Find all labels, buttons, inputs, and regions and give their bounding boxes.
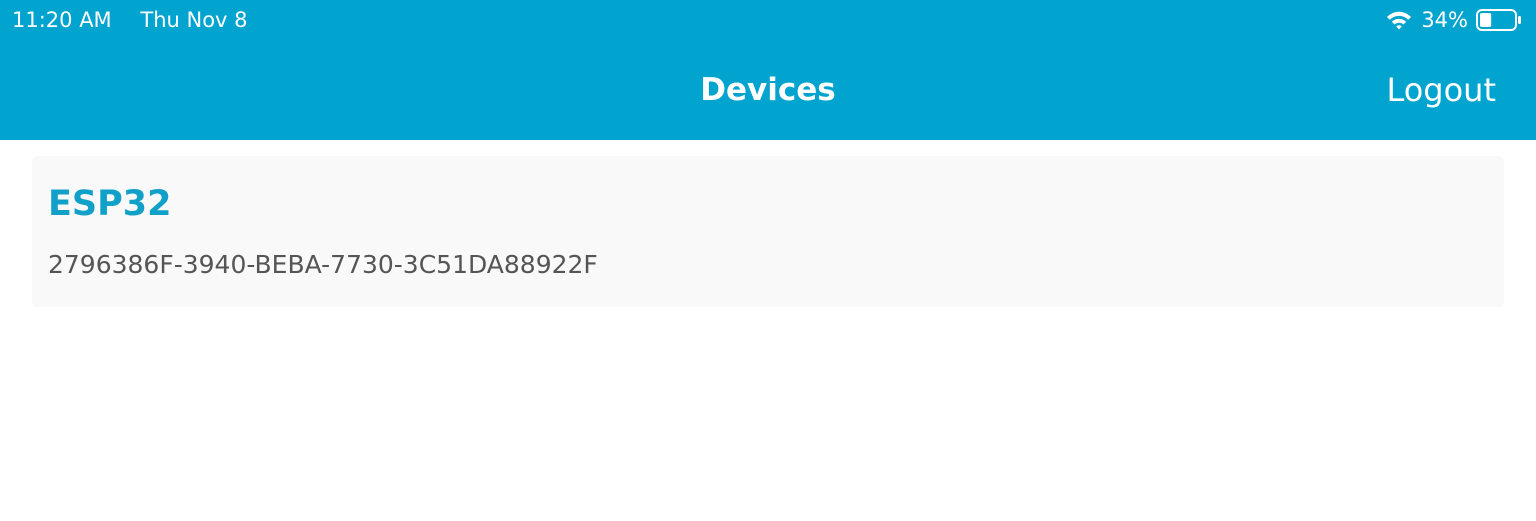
wifi-icon [1387,11,1412,30]
device-name: ESP32 [48,184,172,224]
status-bar-right: 34% [1385,7,1522,33]
logout-button[interactable]: Logout [1386,68,1496,112]
battery-percent: 34% [1421,8,1468,32]
battery-level-fill [1480,13,1492,27]
status-time: 11:20 AM [12,8,112,32]
app-screen: 11:20 AM Thu Nov 8 34% Devices Logout ES… [0,0,1536,521]
device-list: ESP32 2796386F-3940-BEBA-7730-3C51DA8892… [0,140,1536,521]
battery-icon [1476,9,1521,31]
top-bar: 11:20 AM Thu Nov 8 34% Devices Logout [0,0,1536,140]
device-list-item[interactable]: ESP32 2796386F-3940-BEBA-7730-3C51DA8892… [32,156,1504,307]
page-title: Devices [700,72,836,108]
status-date: Thu Nov 8 [140,8,248,32]
device-id: 2796386F-3940-BEBA-7730-3C51DA88922F [48,250,598,279]
status-bar-left: 11:20 AM Thu Nov 8 [12,7,248,33]
